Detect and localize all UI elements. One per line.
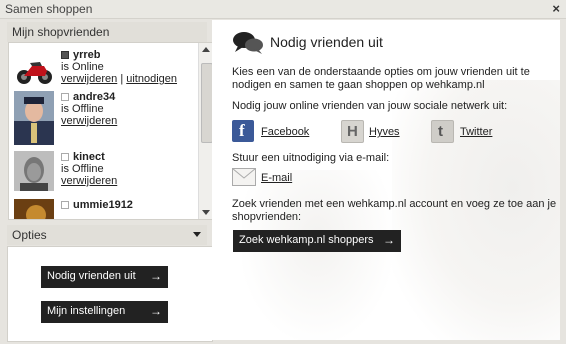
options-panel: Nodig vrienden uit → Mijn instellingen → — [7, 246, 213, 342]
twitter-link[interactable]: Twitter — [460, 126, 492, 138]
email-link[interactable]: E-mail — [261, 172, 292, 184]
friend-status: is Offline — [61, 163, 104, 175]
person-avatar-icon — [14, 91, 54, 145]
avatar — [14, 49, 54, 89]
search-shoppers-button[interactable]: Zoek wehkamp.nl shoppers → — [233, 230, 401, 252]
page-title: Nodig vrienden uit — [270, 34, 383, 50]
email-intro-text: Stuur een uitnodiging via e-mail: — [232, 152, 390, 164]
options-panel-title: Opties — [12, 228, 47, 242]
hyves-link[interactable]: Hyves — [369, 126, 400, 138]
person-avatar-icon — [14, 199, 54, 219]
envelope-icon[interactable] — [232, 168, 256, 186]
friend-links: verwijderen — [61, 175, 117, 187]
online-status-icon — [61, 51, 69, 60]
avatar — [14, 199, 54, 219]
invite-panel: Nodig vrienden uit Kies een van de onder… — [212, 20, 560, 340]
avatar — [14, 91, 54, 145]
avatar — [14, 151, 54, 191]
arrow-right-icon: → — [383, 233, 395, 247]
offline-status-icon — [61, 201, 69, 210]
remove-friend-link[interactable]: verwijderen — [61, 175, 117, 187]
search-intro-text: shopvrienden: — [232, 211, 302, 223]
arrow-right-icon: → — [150, 269, 162, 283]
offline-status-icon — [61, 153, 69, 162]
invite-friend-link[interactable]: uitnodigen — [126, 73, 177, 85]
friend-links: verwijderen — [61, 115, 117, 127]
search-intro-text: Zoek vrienden met een wehkamp.nl account… — [232, 198, 557, 210]
intro-text: nodigen en samen te gaan shoppen op wehk… — [232, 79, 485, 91]
friend-name: andre34 — [61, 91, 115, 103]
friend-status: is Online — [61, 61, 104, 73]
friend-status: is Offline — [61, 103, 104, 115]
list-item: andre34 is Offline verwijderen — [9, 91, 199, 145]
chevron-down-icon[interactable] — [193, 232, 201, 237]
window-titlebar: Samen shoppen × — [0, 0, 566, 19]
chat-bubbles-icon — [233, 32, 263, 54]
invite-friends-button[interactable]: Nodig vrienden uit → — [41, 266, 168, 288]
arrow-right-icon: → — [150, 304, 162, 318]
motorcycle-avatar-icon — [14, 49, 54, 89]
facebook-icon[interactable]: f — [232, 120, 254, 142]
email-option[interactable]: E-mail — [232, 168, 292, 189]
social-intro-text: Nodig jouw online vrienden van jouw soci… — [232, 100, 508, 112]
my-settings-button[interactable]: Mijn instellingen → — [41, 301, 168, 323]
facebook-link[interactable]: Facebook — [261, 126, 309, 138]
hyves-icon[interactable]: H — [341, 120, 364, 143]
person-avatar-icon — [14, 151, 54, 191]
list-item: kinect is Offline verwijderen — [9, 151, 199, 201]
remove-friend-link[interactable]: verwijderen — [61, 73, 117, 85]
list-item: ummie1912 — [9, 199, 199, 219]
options-panel-header[interactable]: Opties — [7, 225, 207, 245]
window-title: Samen shoppen — [5, 2, 93, 16]
friend-name: yrreb — [61, 49, 101, 61]
twitter-icon[interactable]: t — [431, 120, 454, 143]
friend-links: verwijderen | uitnodigen — [61, 73, 177, 85]
friend-name: ummie1912 — [61, 199, 133, 211]
remove-friend-link[interactable]: verwijderen — [61, 115, 117, 127]
offline-status-icon — [61, 93, 69, 102]
intro-text: Kies een van de onderstaande opties om j… — [232, 66, 530, 78]
friends-panel-title: Mijn shopvrienden — [12, 25, 110, 39]
scroll-up-icon[interactable] — [202, 47, 210, 52]
scroll-down-icon[interactable] — [202, 210, 210, 215]
friends-list[interactable]: yrreb is Online verwijderen | uitnodigen… — [8, 42, 214, 220]
friends-panel-header: Mijn shopvrienden — [7, 22, 207, 42]
link-separator: | — [120, 73, 124, 85]
friend-name: kinect — [61, 151, 105, 163]
close-icon[interactable]: × — [552, 1, 560, 16]
